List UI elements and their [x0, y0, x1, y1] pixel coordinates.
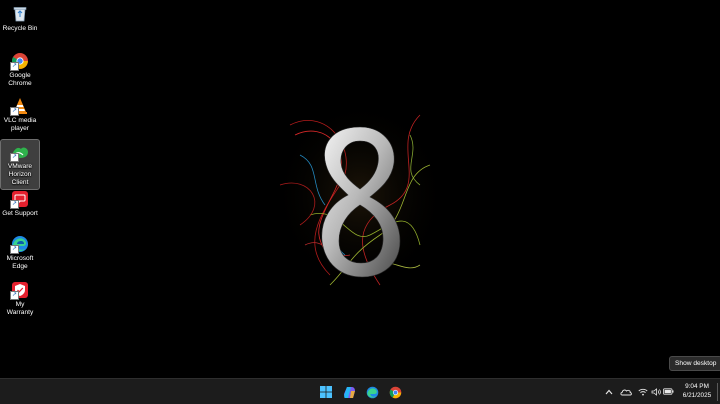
volume-icon	[651, 387, 661, 396]
shortcut-arrow-icon: ↗	[10, 62, 19, 71]
recycle-bin-icon	[11, 5, 29, 23]
shortcut-arrow-icon: ↗	[10, 153, 19, 162]
desktop-icon-get-support[interactable]: ↗ Get Support	[1, 187, 39, 220]
chrome-icon	[389, 386, 401, 398]
edge-icon	[366, 386, 378, 398]
desktop-icon-recycle-bin[interactable]: Recycle Bin	[1, 2, 39, 35]
clock-time: 9:04 PM	[685, 383, 709, 390]
shortcut-arrow-icon: ↗	[10, 291, 19, 300]
my-warranty-icon: ↗	[10, 281, 29, 300]
onedrive-icon	[620, 389, 632, 395]
onedrive-tray-button[interactable]	[620, 386, 632, 397]
battery-icon	[663, 388, 674, 395]
desktop-icon-vlc[interactable]: ↗ VLC media player	[1, 94, 39, 135]
clock-date: 6/21/2025	[682, 392, 712, 399]
taskbar-edge[interactable]	[363, 383, 381, 401]
desktop-icon-label: Get Support	[2, 210, 38, 217]
desktop[interactable]: Recycle Bin ↗ Google Chrome ↗ VLC media …	[0, 0, 720, 378]
desktop-icon-my-warranty[interactable]: ↗ My Warranty	[1, 278, 39, 319]
desktop-icon-label: VLC media player	[3, 117, 37, 132]
shortcut-arrow-icon: ↗	[10, 200, 19, 209]
show-desktop-button[interactable]	[717, 383, 718, 401]
vmware-horizon-icon: ↗	[10, 143, 29, 162]
desktop-icon-label: Google Chrome	[8, 72, 32, 87]
get-support-icon: ↗	[10, 190, 29, 209]
vlc-icon: ↗	[10, 97, 29, 116]
show-desktop-tooltip: Show desktop	[669, 356, 720, 371]
desktop-icon-vmware-horizon[interactable]: ↗ VMware Horizon Client	[0, 139, 40, 190]
numeral-8-wallpaper	[272, 99, 448, 291]
edge-icon: ↗	[10, 235, 29, 254]
taskbar-chrome[interactable]	[386, 383, 404, 401]
desktop-icon-microsoft-edge[interactable]: ↗ Microsoft Edge	[1, 232, 39, 273]
battery-tray-button[interactable]	[663, 386, 674, 397]
chrome-icon: ↗	[10, 52, 29, 71]
windows-start-icon	[320, 386, 332, 398]
network-tray-button[interactable]	[637, 386, 648, 397]
desktop-icon-google-chrome[interactable]: ↗ Google Chrome	[1, 49, 39, 90]
shortcut-arrow-icon: ↗	[10, 245, 19, 254]
clock[interactable]: 9:04 PM 6/21/2025	[678, 382, 716, 400]
desktop-icon-label: My Warranty	[6, 301, 34, 316]
wifi-icon	[637, 388, 648, 395]
show-hidden-icons-button[interactable]	[604, 386, 614, 397]
shortcut-arrow-icon: ↗	[10, 107, 19, 116]
taskbar-copilot[interactable]	[340, 383, 358, 401]
taskbar: 9:04 PM 6/21/2025	[0, 378, 720, 404]
start-button[interactable]	[317, 383, 335, 401]
desktop-icon-label: Recycle Bin	[2, 25, 38, 32]
desktop-icon-label: Microsoft Edge	[6, 255, 34, 270]
copilot-icon	[343, 386, 355, 398]
chevron-up-icon	[605, 389, 613, 394]
volume-tray-button[interactable]	[650, 386, 661, 397]
desktop-icon-label: VMware Horizon Client	[7, 163, 33, 186]
